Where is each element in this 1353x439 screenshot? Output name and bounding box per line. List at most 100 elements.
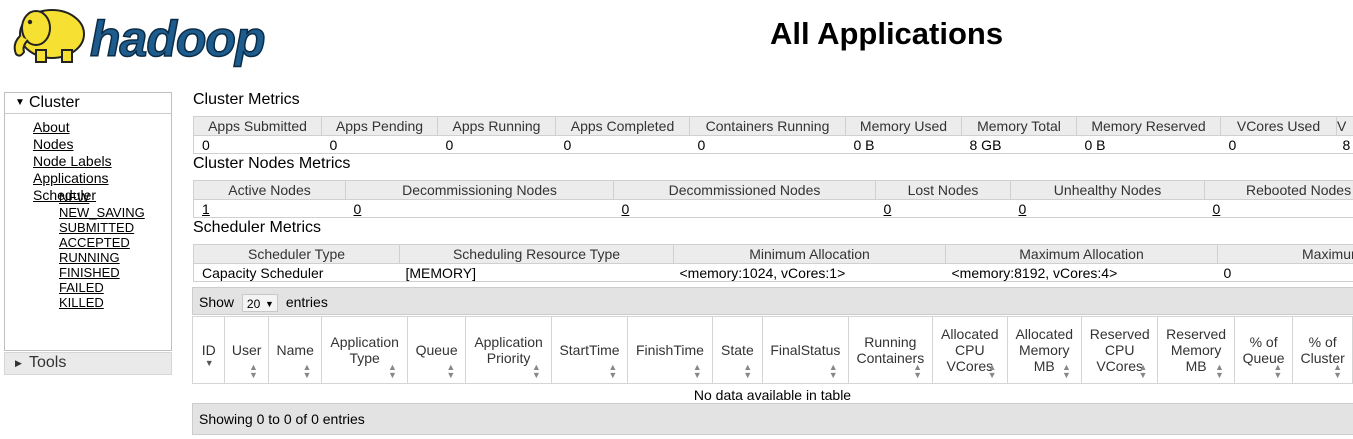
sort-both-icon: ▲ ▼ [1062, 362, 1071, 380]
column-header-state[interactable]: State ▲ ▼ [711, 316, 764, 384]
sort-both-icon: ▲ ▼ [387, 362, 397, 380]
column-header-finishtime[interactable]: FinishTime ▲ ▼ [627, 316, 713, 384]
app-state-link-running[interactable]: RUNNING [59, 250, 120, 265]
metric-value: 8 GB [961, 135, 1077, 154]
sort-both-icon: ▲ ▼ [692, 362, 702, 380]
column-header-allocated-cpu-vcores[interactable]: Allocated CPU VCores ▲ ▼ [932, 316, 1008, 384]
sort-both-icon: ▲ ▼ [531, 362, 541, 380]
page-title: All Applications [770, 16, 1004, 51]
metric-header: Maximum Allocation [945, 244, 1218, 264]
sidebar-link-nodes[interactable]: Nodes [33, 136, 73, 152]
column-header-reserved-cpu-vcores[interactable]: Reserved CPU VCores ▲ ▼ [1080, 316, 1159, 384]
caret-right-icon: ▶ [15, 358, 22, 368]
sidebar-cluster-header[interactable]: ▼ Cluster [5, 93, 171, 114]
sort-both-icon: ▲ ▼ [249, 362, 258, 380]
column-header-application-type[interactable]: Application Type ▲ ▼ [321, 316, 408, 384]
metric-header: Decommissioning Nodes [345, 180, 614, 200]
app-state-link-submitted[interactable]: SUBMITTED [59, 220, 134, 235]
node-metrics-title: Cluster Nodes Metrics [193, 155, 351, 172]
sidebar-cluster: ▼ Cluster About Nodes Node Labels Applic… [4, 92, 172, 351]
node-metrics-table: Active Nodes Decommissioning Nodes Decom… [193, 180, 1353, 218]
sidebar-cluster-label: Cluster [29, 94, 80, 111]
elephant-icon [13, 9, 85, 63]
hadoop-logo: hadoop [6, 0, 306, 68]
sort-both-icon: ▲ ▼ [302, 362, 312, 380]
metric-header: Rebooted Nodes [1204, 180, 1353, 200]
column-header-running-containers[interactable]: Running Containers ▲ ▼ [847, 316, 934, 384]
caret-down-icon: ▼ [15, 97, 25, 108]
app-state-link-accepted[interactable]: ACCEPTED [59, 235, 130, 250]
app-state-link-new-saving[interactable]: NEW_SAVING [59, 205, 145, 220]
apps-table-toolbar: Show 20 ▼ entries [192, 287, 1353, 315]
metric-header: Memory Used [845, 116, 962, 136]
metric-header: Apps Pending [321, 116, 438, 136]
svg-text:hadoop: hadoop [90, 11, 265, 67]
metric-value: 0 [555, 135, 690, 154]
metric-header: Lost Nodes [875, 180, 1011, 200]
metric-value: 0 [1217, 263, 1353, 282]
metric-header: Apps Submitted [193, 116, 322, 136]
cluster-metrics-table: Apps Submitted Apps Pending Apps Running… [193, 116, 1353, 154]
metric-value: 0 [437, 135, 556, 154]
column-header-name[interactable]: Name ▲ ▼ [267, 316, 323, 384]
metric-header: Unhealthy Nodes [1010, 180, 1205, 200]
column-header-percent-of-queue[interactable]: % of Queue ▲ ▼ [1233, 316, 1294, 384]
metric-header: Active Nodes [193, 180, 346, 200]
table-info: Showing 0 to 0 of 0 entries [199, 411, 365, 427]
metric-header: Apps Running [437, 116, 556, 136]
scheduler-metrics-table: Scheduler Type Scheduling Resource Type … [193, 244, 1353, 282]
metric-header: Scheduler Type [193, 244, 400, 264]
metric-header: Maximum [1217, 244, 1353, 264]
cluster-metrics-title: Cluster Metrics [193, 91, 300, 108]
metric-header: Decommissioned Nodes [613, 180, 876, 200]
metric-value: 0 [1220, 135, 1337, 154]
sidebar-tools[interactable]: ▶ Tools [4, 352, 172, 375]
sort-both-icon: ▲ ▼ [1273, 362, 1283, 380]
sidebar-link-about[interactable]: About [33, 119, 70, 135]
metric-value: 0 [689, 135, 846, 154]
page-length-select[interactable]: 20 ▼ [241, 294, 278, 313]
metric-header: Containers Running [689, 116, 846, 136]
sidebar-link-applications[interactable]: Applications [33, 170, 109, 186]
metric-value: <memory:8192, vCores:4> [945, 263, 1218, 282]
show-label: Show [199, 294, 235, 310]
column-header-application-priority[interactable]: Application Priority ▲ ▼ [465, 316, 552, 384]
column-header-percent-of-cluster[interactable]: % of Cluster ▲ ▼ [1292, 316, 1353, 384]
sort-both-icon: ▲ ▼ [1138, 362, 1148, 380]
metric-header: Memory Total [961, 116, 1077, 136]
lost-nodes-link[interactable]: 0 [884, 201, 892, 217]
sidebar-link-node-labels[interactable]: Node Labels [33, 153, 112, 169]
unhealthy-nodes-link[interactable]: 0 [1019, 201, 1027, 217]
sort-both-icon: ▲ ▼ [743, 362, 753, 380]
decommissioning-nodes-link[interactable]: 0 [354, 201, 362, 217]
app-state-link-killed[interactable]: KILLED [59, 295, 104, 310]
sidebar-tools-label: Tools [29, 354, 67, 371]
sort-desc-icon: ▼ [204, 358, 214, 368]
applications-table: ID ▼ User ▲ ▼ Name ▲ ▼ Application Type ▲ ▼ Que… [191, 316, 1353, 406]
sort-both-icon: ▲ ▼ [828, 362, 838, 380]
sidebar-link-scheduler[interactable]: Scheduler [33, 187, 96, 203]
apps-table-footer: Showing 0 to 0 of 0 entries [192, 403, 1353, 435]
active-nodes-link[interactable]: 1 [202, 201, 210, 217]
metric-value: [MEMORY] [399, 263, 674, 282]
rebooted-nodes-link[interactable]: 0 [1213, 201, 1221, 217]
app-state-link-failed[interactable]: FAILED [59, 280, 104, 295]
column-header-finalstatus[interactable]: FinalStatus ▲ ▼ [762, 316, 849, 384]
metric-value: 8 [1336, 135, 1353, 154]
scheduler-metrics-title: Scheduler Metrics [193, 219, 322, 236]
app-state-link-finished[interactable]: FINISHED [59, 265, 120, 280]
column-header-reserved-memory-mb[interactable]: Reserved Memory MB ▲ ▼ [1157, 316, 1235, 384]
column-header-id[interactable]: ID ▼ [191, 316, 226, 384]
column-header-queue[interactable]: Queue ▲ ▼ [406, 316, 467, 384]
column-header-user[interactable]: User ▲ ▼ [224, 316, 269, 384]
metric-value: 0 [321, 135, 438, 154]
metric-header: Apps Completed [555, 116, 690, 136]
column-header-allocated-memory-mb[interactable]: Allocated Memory MB ▲ ▼ [1006, 316, 1082, 384]
metric-header: VCores Used [1220, 116, 1337, 136]
decommissioned-nodes-link[interactable]: 0 [622, 201, 630, 217]
dropdown-arrow-icon: ▼ [265, 299, 274, 310]
metric-value: <memory:1024, vCores:1> [673, 263, 946, 282]
column-header-starttime[interactable]: StartTime ▲ ▼ [550, 316, 629, 384]
sort-both-icon: ▲ ▼ [608, 362, 618, 380]
metric-value: Capacity Scheduler [193, 263, 400, 282]
